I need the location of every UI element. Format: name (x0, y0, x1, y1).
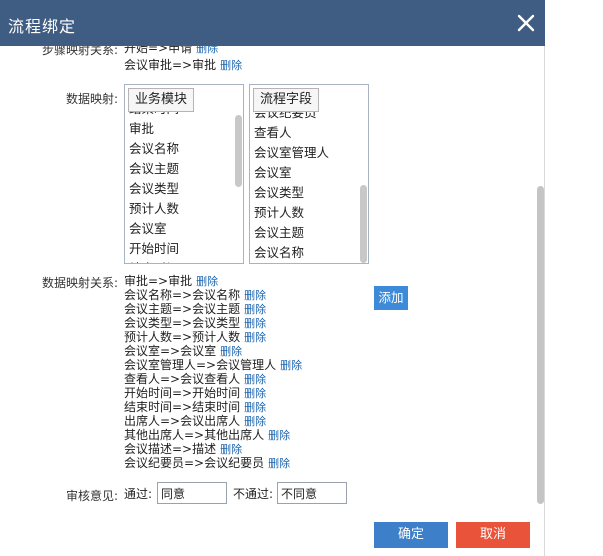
delete-link[interactable]: 删除 (196, 275, 218, 288)
delete-link[interactable]: 删除 (220, 443, 242, 456)
close-icon[interactable] (512, 9, 540, 37)
step-mapping-item: 会议审批=>审批 删除 (124, 58, 242, 73)
delete-link[interactable]: 删除 (220, 59, 242, 72)
data-relation-item: 结束时间=>结束时间 删除 (124, 400, 266, 415)
delete-link[interactable]: 删除 (244, 387, 266, 400)
data-relation-text: 会议类型=>会议类型 (124, 316, 241, 330)
data-relation-text: 会议室=>会议室 (124, 344, 217, 358)
delete-link[interactable]: 删除 (244, 415, 266, 428)
data-relation-item: 其他出席人=>其他出席人 删除 (124, 428, 290, 443)
step-mapping-item: 开始=>申请 删除 (124, 46, 218, 56)
field-list-item[interactable]: 会议类型 (250, 183, 358, 203)
field-list-item[interactable]: 预计人数 (250, 203, 358, 223)
module-list-item[interactable]: 审批 (125, 119, 233, 139)
data-relation-text: 结束时间=>结束时间 (124, 400, 241, 414)
delete-link[interactable]: 删除 (244, 331, 266, 344)
data-relation-item: 审批=>审批 删除 (124, 274, 218, 289)
field-listbox[interactable]: 会议纪要员 查看人 会议室管理人 会议室 会议类型 预计人数 会议主题 会议名称 流程字段 (249, 84, 369, 264)
field-list-item[interactable]: 会议名称 (250, 243, 358, 263)
data-relation-text: 会议描述=>描述 (124, 442, 217, 456)
module-list-item[interactable]: 会议室 (125, 219, 233, 239)
data-relation-item: 会议类型=>会议类型 删除 (124, 316, 266, 331)
module-header-button[interactable]: 业务模块 (128, 88, 195, 112)
delete-link[interactable]: 删除 (244, 317, 266, 330)
module-listbox[interactable]: 结束时间审批会议名称会议主题会议类型预计人数会议室开始时间结束时间 业务模块 (124, 84, 244, 264)
fail-opinion-input[interactable] (277, 482, 347, 504)
delete-link[interactable]: 删除 (268, 429, 290, 442)
dialog-titlebar: 流程绑定 (0, 0, 545, 46)
data-relation-item: 会议纪要员=>会议纪要员 删除 (124, 456, 290, 471)
field-list-item[interactable]: 查看人 (250, 123, 358, 143)
module-list-item[interactable]: 会议名称 (125, 139, 233, 159)
delete-link[interactable]: 删除 (280, 359, 302, 372)
data-mapping-label: 数据映射: (65, 92, 118, 106)
data-relation-text: 审批=>审批 (124, 274, 193, 288)
data-relation-item: 会议室管理人=>会议管理人 删除 (124, 358, 302, 373)
data-relation-item: 会议主题=>会议主题 删除 (124, 302, 266, 317)
dialog-scrollbar[interactable] (537, 186, 544, 504)
data-relation-text: 开始时间=>开始时间 (124, 386, 241, 400)
data-relation-item: 会议描述=>描述 删除 (124, 442, 242, 457)
data-relation-item: 会议室=>会议室 删除 (124, 344, 242, 359)
confirm-button[interactable]: 确定 (374, 522, 448, 548)
data-relation-text: 会议名称=>会议名称 (124, 288, 241, 302)
step-mapping-text: 会议审批=>审批 (124, 58, 217, 72)
pass-label: 通过: (124, 487, 153, 501)
data-relations-label: 数据映射关系: (41, 276, 118, 290)
delete-link[interactable]: 删除 (268, 457, 290, 470)
data-relation-item: 会议名称=>会议名称 删除 (124, 288, 266, 303)
delete-link[interactable]: 删除 (220, 345, 242, 358)
data-relation-item: 查看人=>会议查看人 删除 (124, 372, 266, 387)
delete-link[interactable]: 删除 (244, 303, 266, 316)
flow-binding-dialog: 流程绑定 步骤映射关系: 开始=>申请删除 会议审批=>审批删除 数据映射: 结… (0, 0, 545, 556)
delete-link[interactable]: 删除 (196, 46, 218, 55)
data-relation-text: 其他出席人=>其他出席人 (124, 428, 265, 442)
dialog-footer: 确定 取消 (0, 516, 545, 556)
field-header-button[interactable]: 流程字段 (253, 88, 320, 112)
data-relation-item: 出席人=>会议出席人 删除 (124, 414, 266, 429)
data-relation-text: 会议纪要员=>会议纪要员 (124, 456, 265, 470)
delete-link[interactable]: 删除 (244, 401, 266, 414)
module-list-item[interactable]: 会议主题 (125, 159, 233, 179)
module-list-item[interactable]: 会议类型 (125, 179, 233, 199)
field-list-scrollbar[interactable] (360, 185, 367, 263)
cancel-button[interactable]: 取消 (456, 522, 530, 548)
data-relation-text: 会议主题=>会议主题 (124, 302, 241, 316)
review-label: 审核意见: (65, 489, 118, 503)
field-list-item[interactable]: 会议室 (250, 163, 358, 183)
module-list-item[interactable]: 预计人数 (125, 199, 233, 219)
data-relation-item: 开始时间=>开始时间 删除 (124, 386, 266, 401)
module-list-item[interactable]: 结束时间 (125, 259, 233, 263)
data-relation-item: 预计人数=>预计人数 删除 (124, 330, 266, 345)
module-list-item[interactable]: 开始时间 (125, 239, 233, 259)
delete-link[interactable]: 删除 (244, 289, 266, 302)
module-list-scrollbar[interactable] (235, 115, 242, 187)
data-relation-text: 出席人=>会议出席人 (124, 414, 241, 428)
field-list-item[interactable]: 会议主题 (250, 223, 358, 243)
data-relation-text: 查看人=>会议查看人 (124, 372, 241, 386)
data-relation-text: 会议室管理人=>会议管理人 (124, 358, 277, 372)
step-mapping-text: 开始=>申请 (124, 46, 193, 55)
dialog-content: 步骤映射关系: 开始=>申请删除 会议审批=>审批删除 数据映射: 结束时间审批… (0, 46, 545, 516)
pass-opinion-input[interactable] (157, 482, 227, 504)
dialog-title: 流程绑定 (8, 17, 77, 36)
delete-link[interactable]: 删除 (244, 373, 266, 386)
fail-label: 不通过: (233, 487, 274, 501)
data-relation-text: 预计人数=>预计人数 (124, 330, 241, 344)
field-list-item[interactable]: 会议室管理人 (250, 143, 358, 163)
add-mapping-button[interactable]: 添加 (374, 286, 408, 310)
step-mapping-label: 步骤映射关系: (41, 46, 118, 57)
